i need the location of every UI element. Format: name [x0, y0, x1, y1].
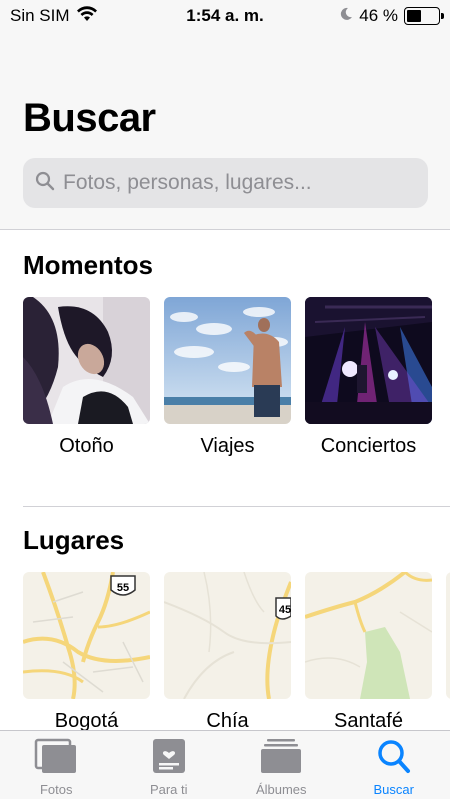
status-bar: Sin SIM 1:54 a. m. 46 %	[0, 0, 450, 32]
search-magnifier-icon	[35, 171, 55, 196]
wifi-icon	[76, 5, 98, 27]
moments-row: Otoño Viajes Conciertos	[23, 297, 432, 458]
moments-section-title: Momentos	[23, 250, 153, 280]
for-you-icon	[147, 738, 191, 779]
search-bar[interactable]	[23, 158, 428, 208]
place-tile-chia[interactable]: 45 Chía	[164, 572, 291, 730]
places-row: 55 Bogotá 45 Chía Santafé	[23, 572, 450, 730]
carrier-label: Sin SIM	[10, 6, 70, 25]
map-thumbnail-bogota[interactable]: 55	[23, 572, 150, 699]
search-icon	[372, 738, 416, 779]
moment-tile-conciertos[interactable]: Conciertos	[305, 297, 432, 458]
tab-label-para-ti: Para ti	[149, 782, 188, 797]
do-not-disturb-moon-icon	[339, 6, 353, 26]
place-tile-bogota[interactable]: 55 Bogotá	[23, 572, 150, 730]
place-label-bogota: Bogotá	[54, 710, 119, 730]
tab-fotos[interactable]: Fotos	[6, 738, 106, 797]
place-tile-partial[interactable]	[446, 572, 450, 730]
tab-label-buscar: Buscar	[373, 782, 414, 797]
battery-fill	[407, 10, 421, 22]
moment-label-conciertos: Conciertos	[320, 435, 417, 457]
photos-icon	[34, 738, 78, 779]
moment-thumbnail-conciertos[interactable]	[305, 297, 432, 424]
map-thumbnail-chia[interactable]: 45	[164, 572, 291, 699]
tab-buscar[interactable]: Buscar	[344, 738, 444, 797]
moment-label-otono: Otoño	[59, 435, 114, 457]
page-title: Buscar	[23, 96, 156, 140]
moment-tile-viajes[interactable]: Viajes	[164, 297, 291, 458]
moment-thumbnail-viajes[interactable]	[164, 297, 291, 424]
tab-label-albumes: Álbumes	[255, 782, 307, 797]
tab-para-ti[interactable]: Para ti	[119, 738, 219, 797]
tab-bar: Fotos Para ti Álbumes Buscar	[0, 730, 450, 799]
battery-percent: 46 %	[359, 6, 398, 25]
albums-icon	[259, 738, 303, 779]
moment-tile-otono[interactable]: Otoño	[23, 297, 150, 458]
status-left: Sin SIM	[10, 5, 98, 27]
places-section-title: Lugares	[23, 525, 125, 555]
moment-label-viajes: Viajes	[200, 435, 255, 457]
map-thumbnail-partial[interactable]	[446, 572, 450, 699]
place-label-santafe: Santafé	[334, 710, 403, 730]
status-right: 46 %	[339, 6, 444, 26]
place-label-chia: Chía	[206, 710, 249, 730]
road-shield-55: 55	[117, 582, 129, 594]
tab-label-fotos: Fotos	[39, 782, 73, 797]
road-shield-45: 45	[279, 604, 291, 616]
section-divider	[23, 506, 450, 507]
search-content[interactable]: Momentos Otoño Viajes Conciertos Lugares…	[0, 229, 450, 730]
place-tile-santafe[interactable]: Santafé	[305, 572, 432, 730]
tab-albumes[interactable]: Álbumes	[231, 738, 331, 797]
search-input[interactable]	[63, 171, 416, 195]
moment-thumbnail-otono[interactable]	[23, 297, 150, 424]
battery-icon	[404, 7, 444, 25]
map-thumbnail-santafe[interactable]	[305, 572, 432, 699]
